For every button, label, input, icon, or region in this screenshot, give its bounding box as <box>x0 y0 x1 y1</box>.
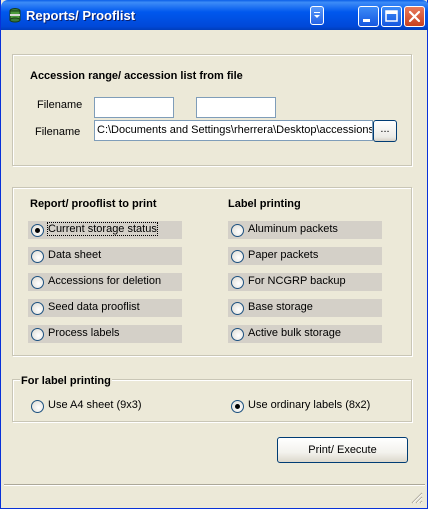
label-option-aluminum-packets[interactable]: Aluminum packets <box>228 221 382 239</box>
option-label: Aluminum packets <box>248 223 338 235</box>
option-label: Use ordinary labels (8x2) <box>248 399 371 411</box>
use-a4-sheet-option[interactable]: Use A4 sheet (9x3) <box>28 397 178 415</box>
option-label: Seed data prooflist <box>48 301 140 313</box>
radio-icon[interactable] <box>231 276 244 289</box>
filename-label-1: Filename <box>37 99 83 111</box>
option-label: Data sheet <box>48 249 102 261</box>
reports-window: Reports/ Prooflist Accession range/ acce… <box>0 0 428 509</box>
report-heading: Report/ prooflist to print <box>30 198 157 210</box>
filename-label-2: Filename <box>35 126 81 138</box>
option-label: Active bulk storage <box>248 327 341 339</box>
option-label: Accessions for deletion <box>48 275 162 287</box>
radio-icon[interactable] <box>231 224 244 237</box>
radio-icon[interactable] <box>31 250 44 263</box>
label-format-heading: For label printing <box>20 375 112 387</box>
title-bar[interactable]: Reports/ Prooflist <box>1 0 428 30</box>
label-printing-heading: Label printing <box>228 198 301 210</box>
radio-icon[interactable] <box>31 302 44 315</box>
file-path-input[interactable]: C:\Documents and Settings\rherrera\Deskt… <box>94 120 373 141</box>
report-option-current-storage-status[interactable]: Current storage status <box>28 221 182 239</box>
radio-icon[interactable] <box>31 276 44 289</box>
close-button[interactable] <box>404 6 425 27</box>
radio-checked-icon[interactable] <box>231 400 244 413</box>
accession-range-from-input[interactable] <box>94 97 174 118</box>
dropdown-menu-icon <box>314 12 320 18</box>
radio-checked-icon[interactable] <box>31 224 44 237</box>
report-option-seed-data-prooflist[interactable]: Seed data prooflist <box>28 299 182 317</box>
radio-icon[interactable] <box>31 328 44 341</box>
resize-grip-icon[interactable] <box>411 492 423 504</box>
maximize-icon <box>385 10 398 22</box>
radio-icon[interactable] <box>231 328 244 341</box>
option-label: Paper packets <box>248 249 319 261</box>
label-option-base-storage[interactable]: Base storage <box>228 299 382 317</box>
report-option-data-sheet[interactable]: Data sheet <box>28 247 182 265</box>
accession-range-to-input[interactable] <box>196 97 276 118</box>
app-icon <box>9 8 21 23</box>
window-title: Reports/ Prooflist <box>26 8 136 23</box>
label-option-ncgrp-backup[interactable]: For NCGRP backup <box>228 273 382 291</box>
option-label: Base storage <box>248 301 313 313</box>
maximize-button[interactable] <box>381 6 402 27</box>
close-icon <box>408 10 421 23</box>
report-option-accessions-for-deletion[interactable]: Accessions for deletion <box>28 273 182 291</box>
option-label: Current storage status <box>47 222 158 236</box>
option-label: Process labels <box>48 327 120 339</box>
radio-icon[interactable] <box>231 250 244 263</box>
option-label: Use A4 sheet (9x3) <box>48 399 142 411</box>
report-option-process-labels[interactable]: Process labels <box>28 325 182 343</box>
accession-heading: Accession range/ accession list from fil… <box>30 70 243 82</box>
browse-button[interactable]: ... <box>373 120 397 142</box>
label-option-paper-packets[interactable]: Paper packets <box>228 247 382 265</box>
minimize-icon <box>363 19 370 22</box>
label-option-active-bulk-storage[interactable]: Active bulk storage <box>228 325 382 343</box>
print-execute-button[interactable]: Print/ Execute <box>277 437 408 463</box>
minimize-button[interactable] <box>358 6 379 27</box>
radio-icon[interactable] <box>231 302 244 315</box>
use-ordinary-labels-option[interactable]: Use ordinary labels (8x2) <box>228 397 398 415</box>
status-bar <box>4 484 425 506</box>
option-label: For NCGRP backup <box>248 275 346 287</box>
dropdown-menu-button[interactable] <box>310 6 324 25</box>
radio-icon[interactable] <box>31 400 44 413</box>
